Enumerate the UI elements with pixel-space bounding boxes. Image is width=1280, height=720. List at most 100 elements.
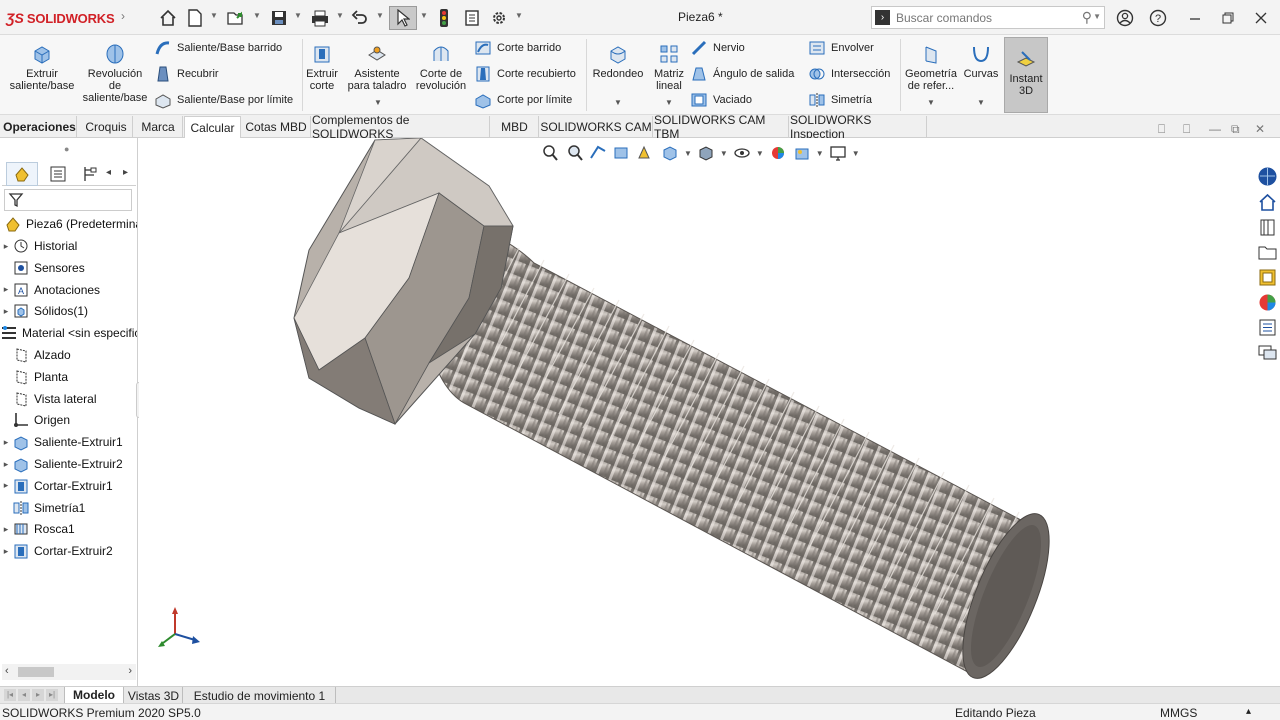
property-manager-tab-icon[interactable] [42, 162, 74, 186]
fillet-dropdown-icon[interactable]: ▼ [614, 98, 622, 107]
menu-expand-arrow-icon[interactable]: › [121, 9, 125, 23]
tab-calcular[interactable]: Calcular [184, 116, 241, 138]
expand-arrow-icon[interactable]: ▸ [0, 284, 12, 295]
view-settings-dropdown-icon[interactable]: ▼ [852, 149, 860, 158]
view-orientation-icon[interactable] [660, 143, 680, 163]
options-gear-icon[interactable] [487, 6, 511, 30]
lofted-cut-button[interactable]: Corte recubierto [474, 64, 576, 84]
edit-appearance-icon[interactable] [768, 143, 788, 163]
tree-item[interactable]: Simetría1 [0, 497, 137, 519]
tree-item[interactable]: Alzado [0, 344, 137, 366]
options-dropdown-icon[interactable]: ▼ [515, 11, 523, 23]
open-dropdown-icon[interactable]: ▼ [253, 11, 261, 23]
tree-item[interactable]: ▸ Saliente-Extruir2 [0, 453, 137, 475]
tree-item[interactable]: Origen [0, 409, 137, 431]
viewport-next-icon[interactable]: ⎕ [1183, 122, 1190, 137]
restore-icon[interactable] [1217, 7, 1239, 29]
tab-marca[interactable]: Marca [134, 116, 183, 138]
tab-solidworks-inspection[interactable]: SOLIDWORKS Inspection [790, 113, 927, 141]
tree-root-part[interactable]: Pieza6 (Predeterminado [0, 213, 137, 235]
wrap-button[interactable]: Envolver [808, 38, 874, 58]
custom-properties-icon[interactable] [1257, 317, 1278, 338]
tab-operaciones[interactable]: Operaciones [3, 116, 77, 138]
extrude-boss-button[interactable]: Extruir saliente/base [9, 43, 75, 92]
select-pointer-icon[interactable] [389, 6, 417, 30]
expand-arrow-icon[interactable]: ▸ [0, 306, 12, 317]
select-dropdown-icon[interactable]: ▼ [420, 11, 428, 23]
design-library-home-icon[interactable] [1257, 192, 1278, 213]
rib-button[interactable]: Nervio [690, 38, 745, 58]
fillet-button[interactable]: Redondeo [591, 43, 645, 80]
tree-item[interactable]: ▸ Cortar-Extruir1 [0, 475, 137, 497]
unit-system-text[interactable]: MMGS [1160, 706, 1197, 720]
tree-item[interactable]: ▸ Rosca1 [0, 518, 137, 540]
view-palette-icon[interactable] [1257, 267, 1278, 288]
search-commands-input[interactable]: › Buscar comandos ⚲ ▼ [871, 6, 1105, 29]
feature-tree-hscrollbar[interactable]: ‹ › [2, 664, 136, 680]
rebuild-traffic-light-icon[interactable] [432, 6, 456, 30]
expand-arrow-icon[interactable]: ▸ [0, 524, 12, 535]
linear-pattern-dropdown-icon[interactable]: ▼ [665, 98, 673, 107]
boundary-cut-button[interactable]: Corte por límite [474, 90, 572, 110]
linear-pattern-button[interactable]: Matriz lineal [650, 43, 688, 92]
tab-solidworks-cam[interactable]: SOLIDWORKS CAM [540, 116, 653, 138]
loft-boss-button[interactable]: Recubrir [154, 64, 219, 84]
intersect-button[interactable]: Intersección [808, 64, 890, 84]
viewport-prev-icon[interactable]: ⎕ [1158, 122, 1165, 137]
scroll-right-icon[interactable]: › [128, 665, 132, 677]
extrude-cut-button[interactable]: Extruir corte [304, 43, 340, 92]
boundary-boss-button[interactable]: Saliente/Base por límite [154, 90, 293, 110]
forum-icon[interactable] [1257, 342, 1278, 363]
prev-tab-icon[interactable]: ◂ [18, 689, 30, 701]
file-explorer-icon[interactable] [1257, 242, 1278, 263]
tab-mbd[interactable]: MBD [491, 116, 539, 138]
view-orientation-dropdown-icon[interactable]: ▼ [684, 149, 692, 158]
expand-arrow-icon[interactable]: ▸ [0, 437, 12, 448]
solidworks-resources-icon[interactable] [1257, 166, 1278, 187]
last-tab-icon[interactable]: ▸| [46, 689, 58, 701]
feature-manager-tab-icon[interactable] [6, 162, 38, 186]
scroll-left-icon[interactable]: ‹ [5, 665, 9, 677]
hide-show-items-icon[interactable] [732, 143, 752, 163]
panel-grip-icon[interactable]: ● [64, 144, 69, 154]
section-view-icon[interactable] [612, 143, 632, 163]
reference-geometry-button[interactable]: Geometría de refer... [904, 43, 958, 92]
instant-3d-button[interactable]: Instant 3D [1004, 37, 1048, 113]
tabs-scroll-left-icon[interactable]: ◂ [106, 167, 111, 178]
reference-geometry-dropdown-icon[interactable]: ▼ [927, 98, 935, 107]
apply-scene-icon[interactable] [792, 143, 812, 163]
print-icon[interactable] [308, 6, 332, 30]
save-icon[interactable] [267, 6, 291, 30]
mirror-button[interactable]: Simetría [808, 90, 872, 110]
curves-dropdown-icon[interactable]: ▼ [977, 98, 985, 107]
open-folder-icon[interactable] [224, 6, 248, 30]
shell-button[interactable]: Vaciado [690, 90, 752, 110]
tree-item[interactable]: ▸ Sólidos(1) [0, 300, 137, 322]
viewport-minimize-icon[interactable]: — [1209, 122, 1221, 136]
tab-estudio-movimiento[interactable]: Estudio de movimiento 1 [184, 687, 336, 704]
scroll-thumb[interactable] [18, 667, 54, 677]
swept-boss-button[interactable]: Saliente/Base barrido [154, 38, 282, 58]
tree-item[interactable]: Planta [0, 366, 137, 388]
hole-wizard-button[interactable]: Asistente para taladro [346, 43, 408, 92]
tree-item[interactable]: Material <sin especificar> [0, 322, 137, 344]
first-tab-icon[interactable]: |◂ [4, 689, 16, 701]
user-account-icon[interactable] [1114, 7, 1136, 29]
new-dropdown-icon[interactable]: ▼ [210, 11, 218, 23]
expand-arrow-icon[interactable]: ▸ [0, 546, 12, 557]
tab-solidworks-cam-tbm[interactable]: SOLIDWORKS CAM TBM [654, 113, 789, 141]
zoom-to-area-icon[interactable] [564, 143, 584, 163]
appearances-icon[interactable] [1257, 292, 1278, 313]
undo-icon[interactable] [348, 6, 372, 30]
tree-item[interactable]: ▸ Cortar-Extruir2 [0, 540, 137, 562]
tree-item[interactable]: ▸ Saliente-Extruir1 [0, 431, 137, 453]
feature-filter-input[interactable] [4, 189, 132, 211]
print-dropdown-icon[interactable]: ▼ [336, 11, 344, 23]
curves-button[interactable]: Curvas [962, 43, 1000, 80]
expand-arrow-icon[interactable]: ▸ [0, 241, 12, 252]
search-dropdown-icon[interactable]: ▼ [1093, 12, 1101, 21]
close-window-icon[interactable] [1250, 7, 1272, 29]
tab-complementos[interactable]: Complementos de SOLIDWORKS [312, 113, 490, 141]
next-tab-icon[interactable]: ▸ [32, 689, 44, 701]
undo-dropdown-icon[interactable]: ▼ [376, 11, 384, 23]
